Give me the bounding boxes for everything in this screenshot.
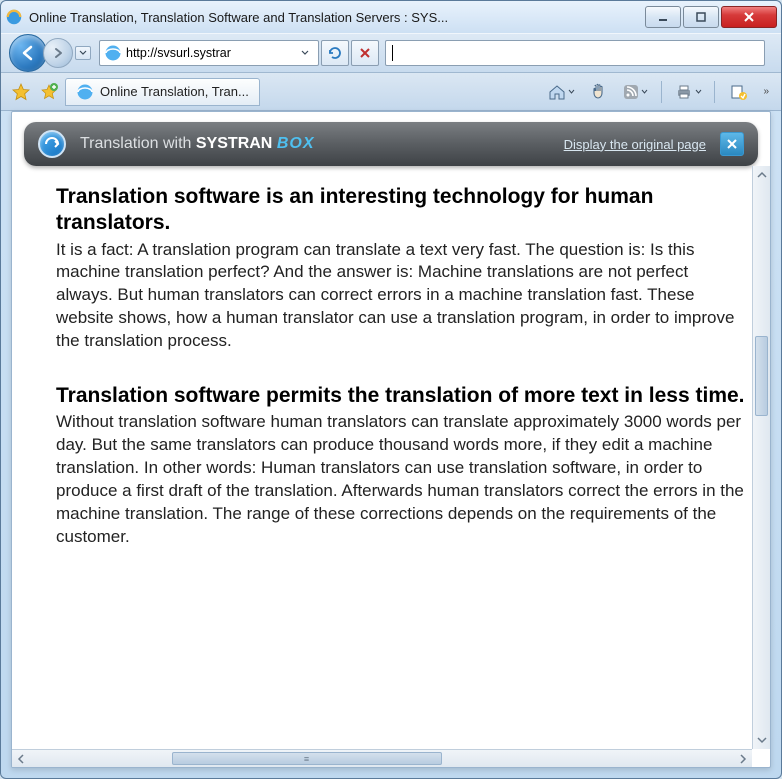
hscroll-thumb[interactable]: ≡ (172, 752, 442, 765)
address-dropdown-icon[interactable] (296, 50, 314, 56)
favorites-button[interactable] (9, 80, 33, 104)
ie-logo-icon (5, 8, 23, 26)
print-button[interactable] (668, 79, 708, 105)
add-favorites-button[interactable] (37, 80, 61, 104)
content-area: Translation with SYSTRAN BOX Display the… (11, 111, 771, 768)
forward-button[interactable] (43, 38, 73, 68)
horizontal-scrollbar[interactable]: ≡ (12, 749, 752, 767)
browser-tab[interactable]: Online Translation, Tran... (65, 78, 260, 106)
tabs-toolbar: Online Translation, Tran... (1, 73, 781, 111)
heading-2: Translation software permits the transla… (56, 383, 748, 409)
scroll-up-icon[interactable] (753, 166, 770, 184)
browser-window: Online Translation, Translation Software… (0, 0, 782, 779)
feeds-button[interactable] (615, 79, 655, 105)
toolbar-separator (661, 81, 662, 103)
maximize-button[interactable] (683, 6, 719, 28)
paragraph-1: It is a fact: A translation program can … (56, 239, 748, 354)
site-favicon-icon (104, 44, 122, 62)
minimize-button[interactable] (645, 6, 681, 28)
refresh-button[interactable] (321, 40, 349, 66)
back-button[interactable] (9, 34, 47, 72)
toolbar-separator (714, 81, 715, 103)
display-original-link[interactable]: Display the original page (564, 137, 706, 152)
systran-title: Translation with SYSTRAN BOX (80, 135, 314, 153)
scroll-down-icon[interactable] (753, 731, 770, 749)
window-title: Online Translation, Translation Software… (29, 10, 643, 25)
page-body: Translation software is an interesting t… (12, 166, 770, 749)
vertical-scrollbar[interactable] (752, 166, 770, 749)
tab-favicon-icon (76, 83, 94, 101)
navigation-toolbar: http://svsurl.systrar (1, 33, 781, 73)
toolbar-overflow-icon[interactable]: » (763, 86, 769, 97)
stop-button[interactable] (351, 40, 379, 66)
systran-logo-icon (38, 130, 66, 158)
text-cursor (392, 45, 393, 61)
close-button[interactable] (721, 6, 777, 28)
address-bar[interactable]: http://svsurl.systrar (99, 40, 319, 66)
recent-pages-dropdown[interactable] (75, 46, 91, 60)
page-menu-button[interactable] (721, 79, 757, 105)
search-box[interactable] (385, 40, 765, 66)
scroll-right-icon[interactable] (734, 750, 752, 767)
tab-label: Online Translation, Tran... (100, 84, 249, 99)
heading-1: Translation software is an interesting t… (56, 184, 748, 237)
systran-close-button[interactable] (720, 132, 744, 156)
hand-tool-button[interactable] (583, 79, 613, 105)
address-url: http://svsurl.systrar (126, 46, 296, 60)
titlebar: Online Translation, Translation Software… (1, 1, 781, 33)
home-button[interactable] (541, 79, 581, 105)
scroll-thumb[interactable] (755, 336, 768, 416)
systran-toolbar: Translation with SYSTRAN BOX Display the… (24, 122, 758, 166)
paragraph-2: Without translation software human trans… (56, 411, 748, 549)
scroll-left-icon[interactable] (12, 750, 30, 767)
